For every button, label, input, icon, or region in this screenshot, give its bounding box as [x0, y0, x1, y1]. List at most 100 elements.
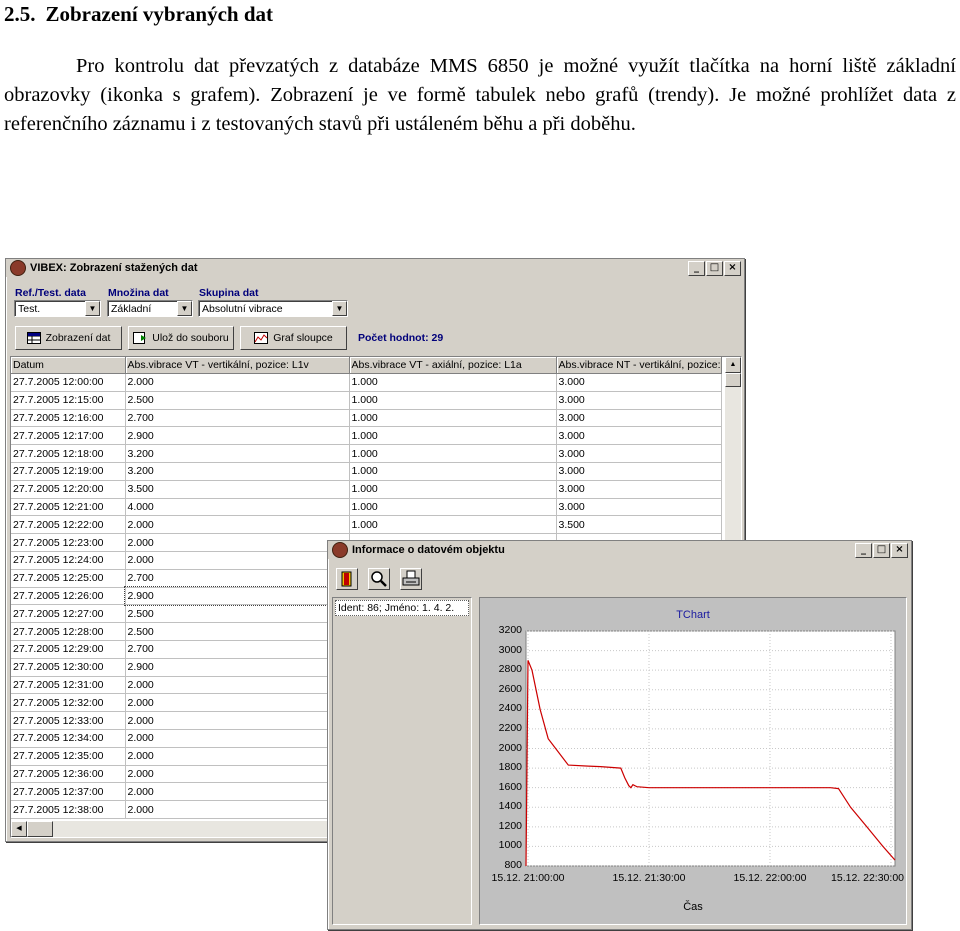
table-cell: 27.7.2005 12:35:00	[11, 747, 126, 766]
y-tick-label: 800	[504, 859, 522, 871]
exit-button[interactable]	[336, 568, 358, 590]
table-cell: 1.000	[349, 373, 557, 392]
table-cell: 3.000	[556, 498, 722, 517]
main-window-titlebar[interactable]: VIBEX: Zobrazení stažených dat _ □ ×	[6, 259, 744, 277]
table-cell: 3.000	[556, 480, 722, 499]
uloz-do-souboru-label: Ulož do souboru	[152, 332, 229, 344]
ref-test-label: Ref./Test. data	[15, 287, 86, 299]
table-cell: 1.000	[349, 515, 557, 535]
ident-item[interactable]: Ident: 86; Jméno: 1. 4. 2.	[335, 600, 469, 616]
column-header[interactable]: Datum	[11, 357, 126, 374]
table-cell: 1.000	[349, 444, 557, 463]
y-tick-label: 2600	[498, 682, 522, 695]
x-tick-label: 15.12. 22:30:00	[831, 872, 904, 884]
table-cell: 27.7.2005 12:16:00	[11, 409, 126, 428]
chevron-down-icon[interactable]: ▼	[85, 301, 100, 316]
table-cell: 27.7.2005 12:18:00	[11, 444, 126, 463]
app-icon	[332, 542, 348, 558]
save-icon	[133, 332, 147, 344]
table-cell: 27.7.2005 12:32:00	[11, 693, 126, 713]
table-row[interactable]: 27.7.2005 12:16:00 2.700 1.000 3.000	[11, 409, 722, 428]
skupina-select[interactable]: Absolutní vibrace ▼	[198, 300, 348, 317]
table-cell: 27.7.2005 12:31:00	[11, 676, 126, 695]
table-cell: 27.7.2005 12:17:00	[11, 426, 126, 446]
table-cell: 3.500	[125, 480, 350, 499]
maximize-icon[interactable]: □	[873, 542, 890, 558]
table-cell: 27.7.2005 12:29:00	[11, 640, 126, 659]
table-cell: 2.000	[125, 782, 350, 802]
table-cell: 3.000	[556, 462, 722, 481]
chart-icon	[254, 332, 269, 344]
table-cell: 3.000	[556, 373, 722, 392]
minimize-icon[interactable]: _	[855, 542, 872, 558]
column-header[interactable]: Abs.vibrace NT - vertikální, pozice: L	[556, 357, 722, 374]
table-cell: 2.000	[125, 676, 350, 695]
table-cell: 3.500	[556, 515, 722, 535]
uloz-do-souboru-button[interactable]: Ulož do souboru	[128, 326, 234, 350]
printer-icon	[402, 570, 420, 586]
table-cell: 2.500	[125, 391, 350, 410]
scroll-up-icon[interactable]: ▲	[725, 357, 741, 373]
table-cell: 27.7.2005 12:38:00	[11, 800, 126, 819]
chart-xlabel: Čas	[683, 901, 703, 913]
table-cell: 27.7.2005 12:15:00	[11, 391, 126, 410]
table-row[interactable]: 27.7.2005 12:18:00 3.200 1.000 3.000	[11, 444, 722, 463]
graf-sloupce-label: Graf sloupce	[273, 332, 333, 344]
section-heading: 2.5. Zobrazení vybraných dat	[4, 2, 273, 27]
table-cell: 27.7.2005 12:33:00	[11, 711, 126, 730]
exit-door-icon	[341, 571, 352, 587]
close-icon[interactable]: ×	[891, 542, 908, 558]
mnozina-label: Množina dat	[108, 287, 169, 299]
x-tick-label: 15.12. 22:00:00	[733, 872, 807, 884]
graf-sloupce-button[interactable]: Graf sloupce	[240, 326, 347, 350]
table-row[interactable]: 27.7.2005 12:22:00 2.000 1.000 3.500	[11, 515, 722, 535]
ref-test-value: Test.	[18, 303, 41, 315]
table-cell: 27.7.2005 12:22:00	[11, 515, 126, 535]
column-header[interactable]: Abs.vibrace VT - axiální, pozice: L1a	[349, 357, 557, 374]
table-cell: 2.500	[125, 604, 350, 624]
table-row[interactable]: 27.7.2005 12:20:00 3.500 1.000 3.000	[11, 480, 722, 499]
table-cell: 2.000	[125, 711, 350, 730]
info-window-titlebar[interactable]: Informace o datovém objektu _ □ ×	[328, 541, 911, 559]
table-row[interactable]: 27.7.2005 12:19:00 3.200 1.000 3.000	[11, 462, 722, 481]
table-cell: 2.000	[125, 693, 350, 713]
zoom-button[interactable]	[368, 568, 390, 590]
table-cell: 27.7.2005 12:30:00	[11, 658, 126, 677]
table-cell: 27.7.2005 12:37:00	[11, 782, 126, 802]
table-cell: 1.000	[349, 480, 557, 499]
table-row[interactable]: 27.7.2005 12:15:00 2.500 1.000 3.000	[11, 391, 722, 410]
table-cell: 2.900	[124, 586, 350, 606]
table-cell: 2.000	[125, 729, 350, 748]
table-cell: 2.000	[125, 765, 350, 784]
section-title: Zobrazení vybraných dat	[45, 2, 274, 26]
zobrazeni-dat-button[interactable]: Zobrazení dat	[15, 326, 122, 350]
ref-test-select[interactable]: Test. ▼	[14, 300, 101, 317]
y-tick-label: 2200	[498, 721, 522, 734]
column-header[interactable]: Abs.vibrace VT - vertikální, pozice: L1v	[125, 357, 350, 374]
chevron-down-icon[interactable]: ▼	[332, 301, 347, 316]
body-paragraph: Pro kontrolu dat převzatých z databáze M…	[4, 55, 956, 135]
table-row[interactable]: 27.7.2005 12:00:00 2.000 1.000 3.000	[11, 373, 722, 392]
mnozina-select[interactable]: Základní ▼	[107, 300, 193, 317]
table-cell: 3.000	[556, 426, 722, 446]
close-icon[interactable]: ×	[724, 260, 741, 276]
y-tick-label: 3000	[498, 643, 522, 656]
print-button[interactable]	[400, 568, 422, 590]
scroll-left-icon[interactable]: ◀	[11, 821, 27, 837]
minimize-icon[interactable]: _	[688, 260, 705, 276]
horizontal-scroll-thumb[interactable]	[27, 821, 53, 837]
table-cell: 1.000	[349, 409, 557, 428]
y-tick-label: 1400	[498, 800, 522, 813]
table-cell: 27.7.2005 12:20:00	[11, 480, 126, 499]
vertical-scroll-thumb[interactable]	[725, 373, 741, 387]
table-cell: 27.7.2005 12:26:00	[11, 587, 126, 606]
main-window-title: VIBEX: Zobrazení stažených dat	[30, 262, 198, 274]
table-row[interactable]: 27.7.2005 12:21:00 4.000 1.000 3.000	[11, 498, 722, 517]
table-cell: 27.7.2005 12:27:00	[11, 604, 126, 624]
maximize-icon[interactable]: □	[706, 260, 723, 276]
table-row[interactable]: 27.7.2005 12:17:00 2.900 1.000 3.000	[11, 426, 722, 446]
y-tick-label: 2000	[498, 741, 522, 754]
object-list-pane[interactable]: Ident: 86; Jméno: 1. 4. 2.	[332, 597, 472, 925]
chevron-down-icon[interactable]: ▼	[177, 301, 192, 316]
table-cell: 2.000	[125, 800, 350, 819]
